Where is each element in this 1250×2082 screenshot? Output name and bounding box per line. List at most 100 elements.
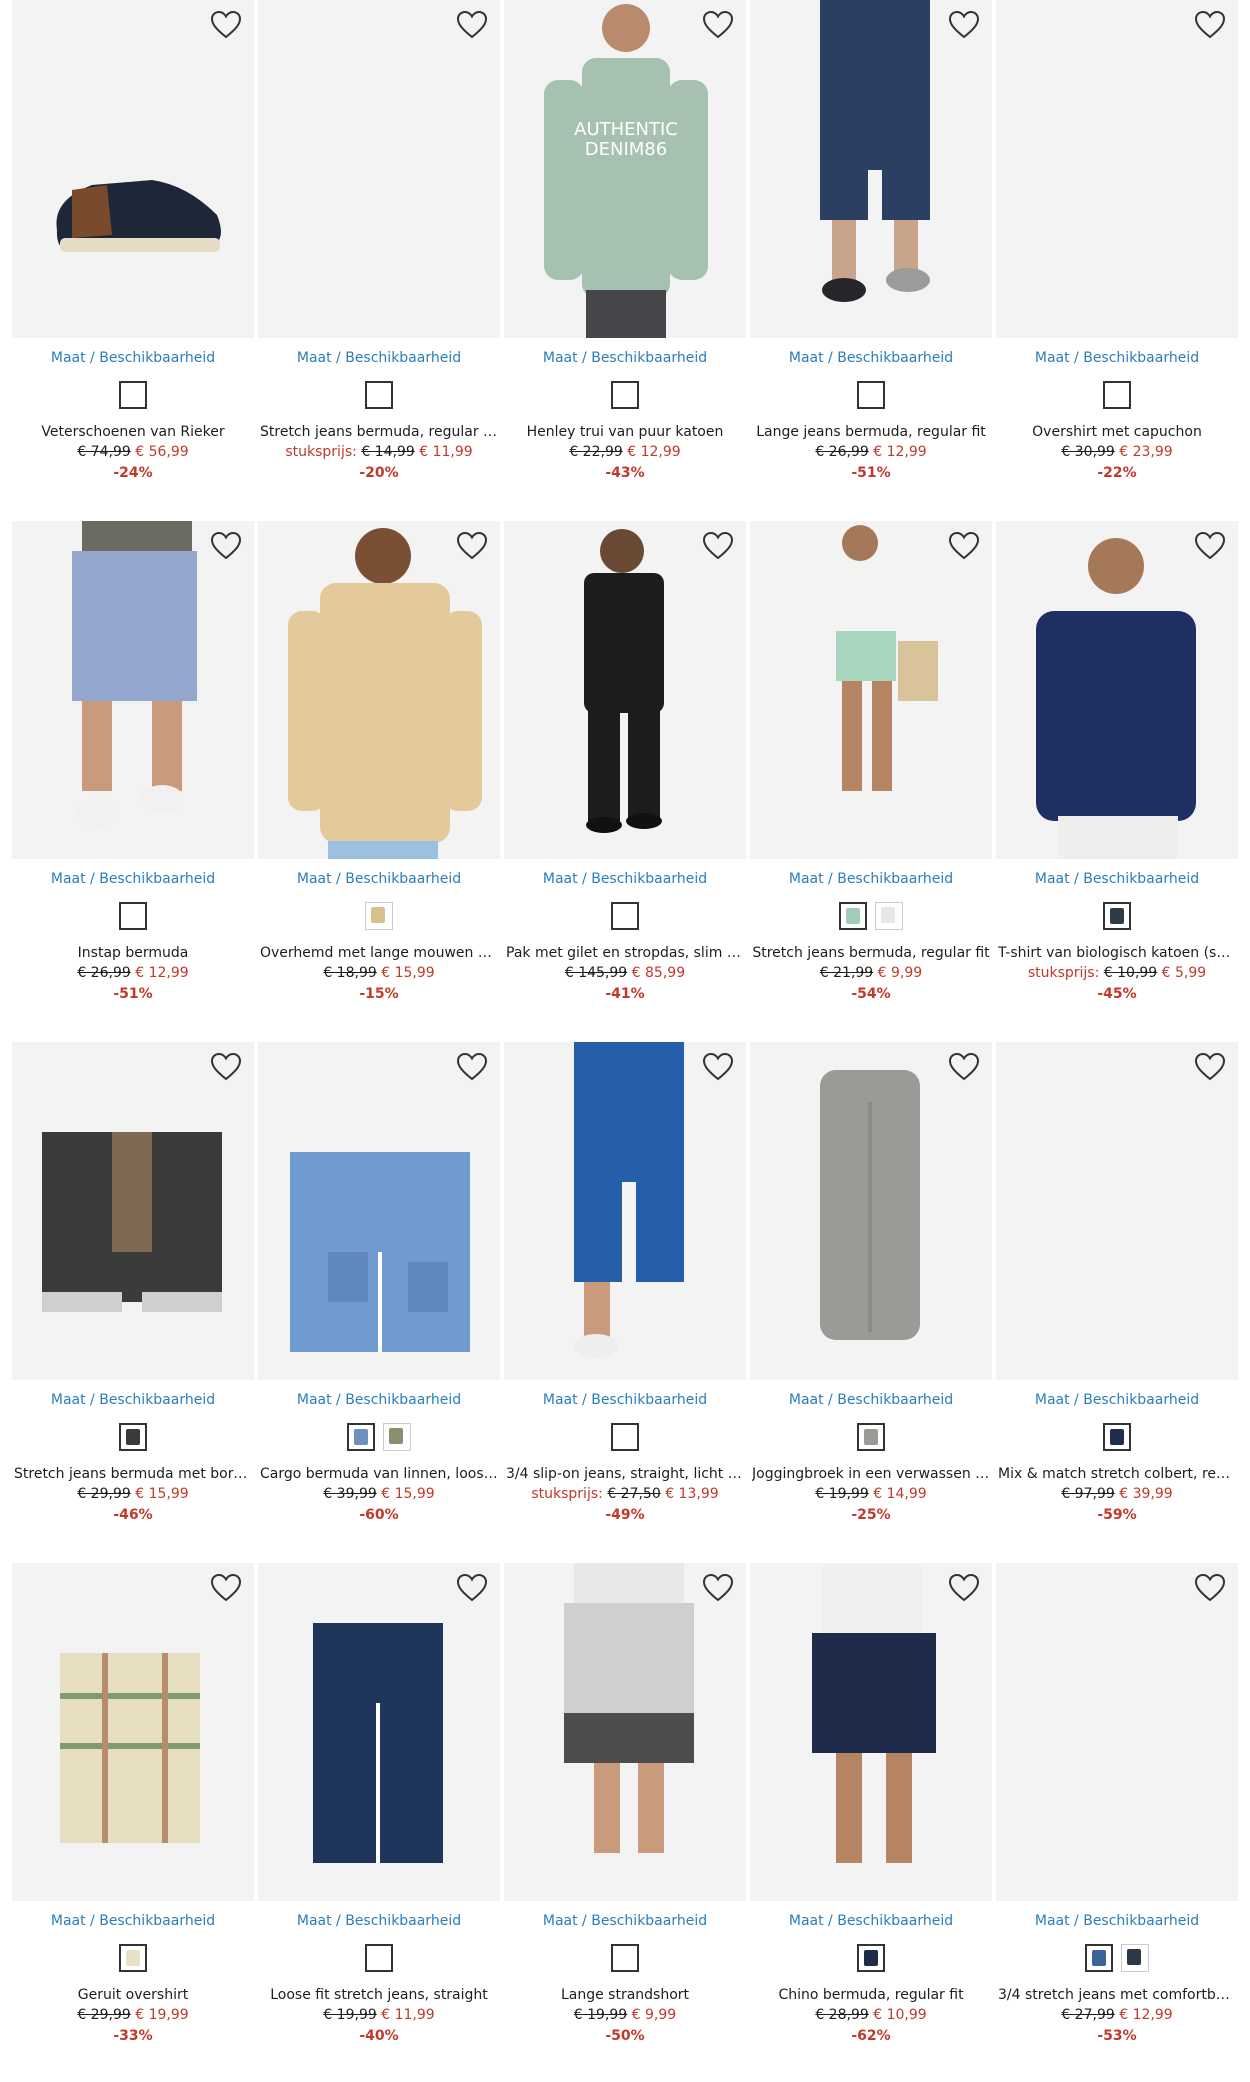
product-card[interactable]: Maat / Beschikbaarheid Pak met gilet en s… [504,521,746,1021]
product-image[interactable] [258,1042,500,1380]
product-image[interactable] [504,521,746,859]
wishlist-heart-icon[interactable] [1194,10,1226,40]
product-card[interactable]: Maat / Beschikbaarheid Stretch jeans berm… [12,1042,254,1542]
wishlist-heart-icon[interactable] [456,1052,488,1082]
product-card[interactable]: Maat / Beschikbaarheid Stretch jeans berm… [750,521,992,1021]
color-swatch[interactable] [1121,1944,1149,1972]
product-image[interactable] [750,1563,992,1901]
color-swatch[interactable] [119,1944,147,1972]
wishlist-heart-icon[interactable] [210,1052,242,1082]
wishlist-heart-icon[interactable] [948,531,980,561]
size-availability-link[interactable]: Maat / Beschikbaarheid [12,350,254,366]
color-swatch[interactable] [611,1423,639,1451]
size-availability-link[interactable]: Maat / Beschikbaarheid [750,350,992,366]
product-card[interactable]: Maat / Beschikbaarheid Joggingbroek in ee… [750,1042,992,1542]
wishlist-heart-icon[interactable] [1194,531,1226,561]
product-name[interactable]: Mix & match stretch colbert, regula... [998,1466,1236,1482]
color-swatch[interactable] [383,1423,411,1451]
product-card[interactable]: Maat / Beschikbaarheid Loose fit stretch … [258,1563,500,2063]
product-image[interactable]: AUTHENTIC DENIM86 [504,0,746,338]
size-availability-link[interactable]: Maat / Beschikbaarheid [750,1913,992,1929]
product-image[interactable] [504,1042,746,1380]
size-availability-link[interactable]: Maat / Beschikbaarheid [750,871,992,887]
product-name[interactable]: Loose fit stretch jeans, straight [260,1987,498,2003]
color-swatch[interactable] [857,381,885,409]
wishlist-heart-icon[interactable] [948,10,980,40]
wishlist-heart-icon[interactable] [702,531,734,561]
size-availability-link[interactable]: Maat / Beschikbaarheid [12,1392,254,1408]
product-card[interactable]: Maat / Beschikbaarheid Geruit overshirt € … [12,1563,254,2063]
product-image[interactable] [996,1563,1238,1901]
wishlist-heart-icon[interactable] [948,1573,980,1603]
color-swatch[interactable] [347,1423,375,1451]
size-availability-link[interactable]: Maat / Beschikbaarheid [996,1913,1238,1929]
product-card[interactable]: Maat / Beschikbaarheid Overshirt met capu… [996,0,1238,500]
color-swatch[interactable] [857,1944,885,1972]
wishlist-heart-icon[interactable] [456,1573,488,1603]
product-image[interactable] [258,1563,500,1901]
product-image[interactable] [750,1042,992,1380]
color-swatch[interactable] [119,902,147,930]
size-availability-link[interactable]: Maat / Beschikbaarheid [504,350,746,366]
size-availability-link[interactable]: Maat / Beschikbaarheid [504,871,746,887]
size-availability-link[interactable]: Maat / Beschikbaarheid [504,1392,746,1408]
product-card[interactable]: Maat / Beschikbaarheid 3/4 slip-on jeans,… [504,1042,746,1542]
wishlist-heart-icon[interactable] [948,1052,980,1082]
product-name[interactable]: T-shirt van biologisch katoen (set va... [998,945,1236,961]
size-availability-link[interactable]: Maat / Beschikbaarheid [750,1392,992,1408]
product-name[interactable]: Henley trui van puur katoen [506,424,744,440]
size-availability-link[interactable]: Maat / Beschikbaarheid [258,1392,500,1408]
size-availability-link[interactable]: Maat / Beschikbaarheid [12,1913,254,1929]
wishlist-heart-icon[interactable] [1194,1573,1226,1603]
product-name[interactable]: 3/4 stretch jeans met comfortband... [998,1987,1236,2003]
size-availability-link[interactable]: Maat / Beschikbaarheid [996,871,1238,887]
wishlist-heart-icon[interactable] [702,10,734,40]
product-name[interactable]: Instap bermuda [14,945,252,961]
size-availability-link[interactable]: Maat / Beschikbaarheid [12,871,254,887]
product-image[interactable] [750,0,992,338]
product-name[interactable]: Joggingbroek in een verwassen look [752,1466,990,1482]
product-card[interactable]: Maat / Beschikbaarheid Overhemd met lange… [258,521,500,1021]
product-name[interactable]: 3/4 slip-on jeans, straight, licht den..… [506,1466,744,1482]
wishlist-heart-icon[interactable] [702,1573,734,1603]
product-image[interactable] [996,1042,1238,1380]
product-name[interactable]: Stretch jeans bermuda, regular fit (... [260,424,498,440]
product-name[interactable]: Overshirt met capuchon [998,424,1236,440]
product-image[interactable] [996,521,1238,859]
product-image[interactable] [12,521,254,859]
product-card[interactable]: Maat / Beschikbaarheid Lange jeans bermud… [750,0,992,500]
wishlist-heart-icon[interactable] [456,10,488,40]
product-name[interactable]: Pak met gilet en stropdas, slim fit (... [506,945,744,961]
product-image[interactable] [996,0,1238,338]
product-card[interactable]: Maat / Beschikbaarheid Instap bermuda € 26… [12,521,254,1021]
product-name[interactable]: Cargo bermuda van linnen, loose fit [260,1466,498,1482]
product-image[interactable] [258,0,500,338]
size-availability-link[interactable]: Maat / Beschikbaarheid [258,871,500,887]
product-name[interactable]: Stretch jeans bermuda, regular fit [752,945,990,961]
product-name[interactable]: Geruit overshirt [14,1987,252,2003]
wishlist-heart-icon[interactable] [210,1573,242,1603]
color-swatch[interactable] [119,381,147,409]
wishlist-heart-icon[interactable] [210,531,242,561]
product-card[interactable]: Maat / Beschikbaarheid T-shirt van biolog… [996,521,1238,1021]
product-image[interactable] [12,0,254,338]
product-card[interactable]: Maat / Beschikbaarheid Chino bermuda, reg… [750,1563,992,2063]
color-swatch[interactable] [611,381,639,409]
product-image[interactable] [750,521,992,859]
wishlist-heart-icon[interactable] [702,1052,734,1082]
product-name[interactable]: Overhemd met lange mouwen van ... [260,945,498,961]
product-image[interactable] [504,1563,746,1901]
size-availability-link[interactable]: Maat / Beschikbaarheid [504,1913,746,1929]
color-swatch[interactable] [1103,1423,1131,1451]
product-image[interactable] [12,1042,254,1380]
wishlist-heart-icon[interactable] [210,10,242,40]
product-card[interactable]: Maat / Beschikbaarheid Stretch jeans berm… [258,0,500,500]
product-card[interactable]: Maat / Beschikbaarheid Cargo bermuda van … [258,1042,500,1542]
product-name[interactable]: Lange jeans bermuda, regular fit [752,424,990,440]
product-image[interactable] [12,1563,254,1901]
color-swatch[interactable] [611,902,639,930]
product-card[interactable]: AUTHENTIC DENIM86 Maat / Beschikbaarheid He… [504,0,746,500]
color-swatch[interactable] [1085,1944,1113,1972]
product-image[interactable] [258,521,500,859]
color-swatch[interactable] [857,1423,885,1451]
